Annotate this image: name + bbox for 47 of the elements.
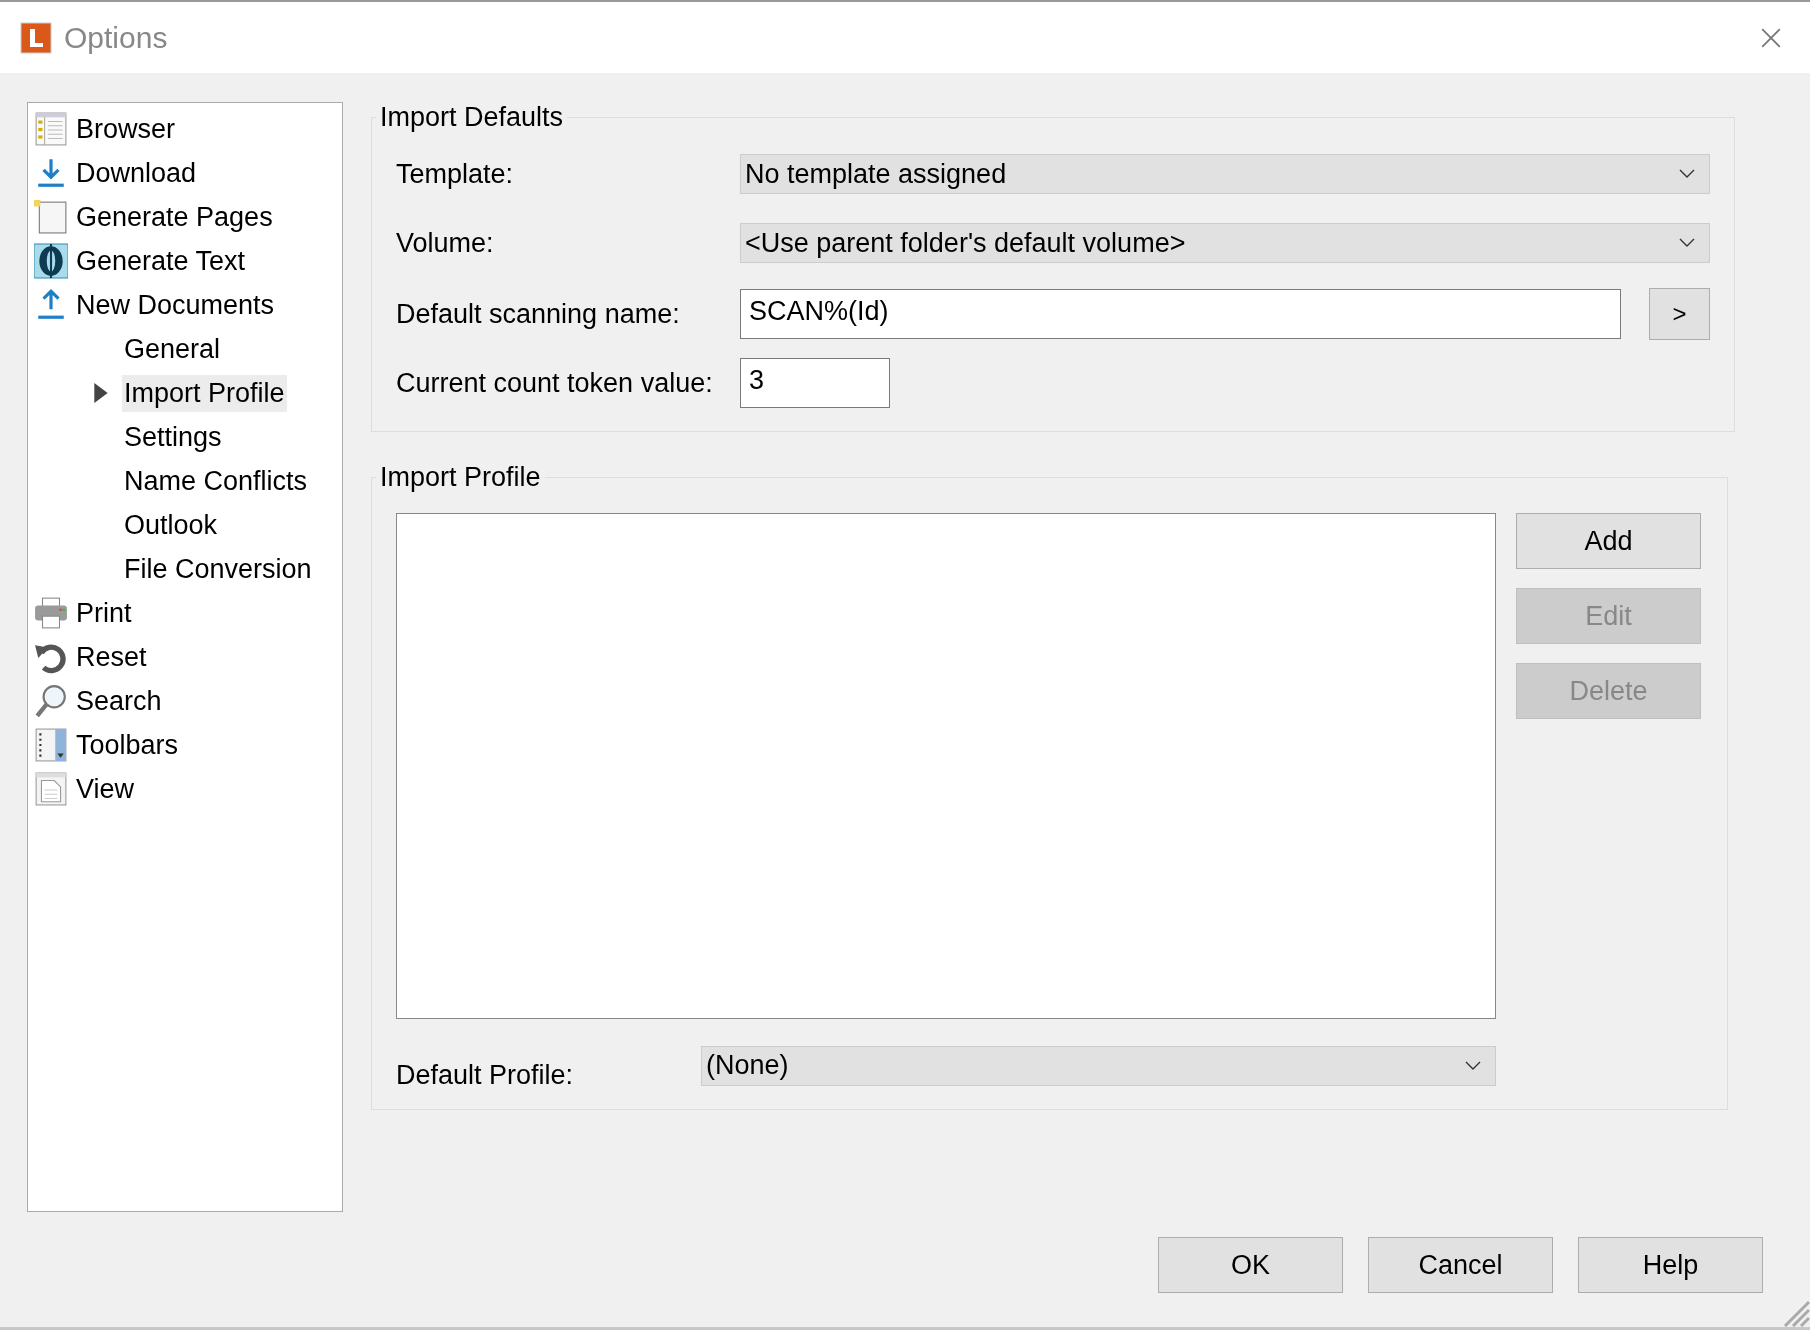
window-title: Options xyxy=(64,20,169,55)
dropdown[interactable]: (None) xyxy=(701,1045,1496,1086)
tree-item[interactable]: Settings xyxy=(122,418,224,456)
blank-page-icon xyxy=(34,199,68,235)
field-label: Default scanning name: xyxy=(396,297,681,331)
globe-icon xyxy=(34,243,68,279)
tree-item[interactable]: Name Conflicts xyxy=(122,462,310,500)
group-title: Import Profile xyxy=(379,462,542,493)
dropdown[interactable]: <Use parent folder's default volume> xyxy=(740,223,1710,263)
dropdown[interactable]: No template assigned xyxy=(740,154,1710,194)
tree-item[interactable]: Download xyxy=(74,154,199,192)
field-label: Template: xyxy=(396,157,515,191)
tree-item[interactable]: General xyxy=(122,330,223,368)
field-label: Default Profile: xyxy=(396,1059,574,1091)
tree-item[interactable]: Generate Pages xyxy=(74,198,275,236)
field-label: Volume: xyxy=(396,226,495,260)
tree-item[interactable]: View xyxy=(74,770,137,808)
input-field[interactable]: SCAN%(Id) xyxy=(740,289,1621,339)
dialog-button[interactable]: Cancel xyxy=(1368,1237,1553,1293)
input-field[interactable]: 3 xyxy=(740,358,890,408)
insert-token-button[interactable]: > xyxy=(1649,288,1710,340)
list-window-icon xyxy=(34,111,68,147)
current-item-arrow-icon xyxy=(94,383,108,403)
document-icon xyxy=(34,771,68,807)
tree-item[interactable]: Search xyxy=(74,682,164,720)
field-label: Current count token value: xyxy=(396,366,714,400)
tree-item[interactable]: New Documents xyxy=(74,286,277,324)
tree-item[interactable]: Outlook xyxy=(122,506,220,544)
dialog-button[interactable]: Help xyxy=(1578,1237,1763,1293)
tree-item[interactable]: Reset xyxy=(74,638,149,676)
toolbar-icon xyxy=(34,727,68,763)
close-icon[interactable] xyxy=(1760,26,1782,49)
chevron-down-icon xyxy=(1465,1060,1481,1071)
chevron-down-icon xyxy=(1679,238,1695,248)
tree-item[interactable]: Toolbars xyxy=(74,726,181,764)
dialog-button[interactable]: OK xyxy=(1158,1237,1343,1293)
tree-item[interactable]: File Conversion xyxy=(122,550,314,588)
tree-item[interactable]: Browser xyxy=(74,110,178,148)
profile-button[interactable]: Add xyxy=(1516,513,1701,569)
group-title: Import Defaults xyxy=(379,102,565,133)
app-logo-icon xyxy=(20,21,52,54)
search-icon xyxy=(34,683,68,719)
printer-icon xyxy=(34,595,68,631)
tree-item[interactable]: Print xyxy=(74,594,134,632)
tree-item[interactable]: Generate Text xyxy=(74,242,248,280)
chevron-down-icon xyxy=(1679,169,1695,179)
tree-item[interactable]: Import Profile xyxy=(122,374,287,412)
